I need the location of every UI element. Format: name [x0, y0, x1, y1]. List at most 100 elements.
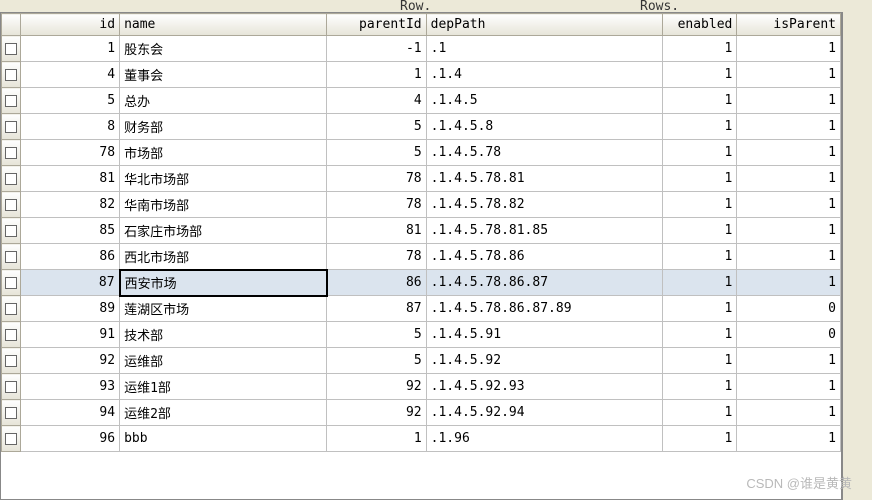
cell-name[interactable]: 董事会	[120, 62, 327, 88]
row-checkbox-cell[interactable]	[2, 166, 21, 192]
cell-isParent[interactable]: 1	[737, 400, 841, 426]
cell-id[interactable]: 94	[20, 400, 119, 426]
cell-isParent[interactable]: 1	[737, 218, 841, 244]
cell-name[interactable]: 运维部	[120, 348, 327, 374]
cell-name[interactable]: 运维1部	[120, 374, 327, 400]
cell-id[interactable]: 81	[20, 166, 119, 192]
header-isParent[interactable]: isParent	[737, 14, 841, 36]
cell-id[interactable]: 87	[20, 270, 119, 296]
row-checkbox-cell[interactable]	[2, 244, 21, 270]
cell-depPath[interactable]: .1.4.5.8	[426, 114, 662, 140]
cell-depPath[interactable]: .1.4	[426, 62, 662, 88]
header-id[interactable]: id	[20, 14, 119, 36]
cell-enabled[interactable]: 1	[662, 88, 737, 114]
row-checkbox-cell[interactable]	[2, 270, 21, 296]
cell-name[interactable]: 西安市场	[120, 270, 327, 296]
cell-isParent[interactable]: 1	[737, 140, 841, 166]
table-row[interactable]: 96bbb1.1.9611	[2, 426, 841, 452]
row-checkbox-cell[interactable]	[2, 400, 21, 426]
table-row[interactable]: 82华南市场部78.1.4.5.78.8211	[2, 192, 841, 218]
cell-id[interactable]: 5	[20, 88, 119, 114]
table-row[interactable]: 86西北市场部78.1.4.5.78.8611	[2, 244, 841, 270]
cell-parentId[interactable]: 1	[327, 426, 426, 452]
cell-depPath[interactable]: .1.4.5.78.82	[426, 192, 662, 218]
cell-parentId[interactable]: 78	[327, 192, 426, 218]
cell-parentId[interactable]: 92	[327, 374, 426, 400]
cell-depPath[interactable]: .1.4.5.78.81	[426, 166, 662, 192]
checkbox-icon[interactable]	[5, 381, 17, 393]
cell-parentId[interactable]: 5	[327, 322, 426, 348]
cell-parentId[interactable]: 86	[327, 270, 426, 296]
cell-enabled[interactable]: 1	[662, 270, 737, 296]
checkbox-icon[interactable]	[5, 355, 17, 367]
cell-isParent[interactable]: 0	[737, 296, 841, 322]
cell-id[interactable]: 1	[20, 36, 119, 62]
header-depPath[interactable]: depPath	[426, 14, 662, 36]
cell-parentId[interactable]: 87	[327, 296, 426, 322]
row-checkbox-cell[interactable]	[2, 62, 21, 88]
cell-isParent[interactable]: 1	[737, 348, 841, 374]
cell-enabled[interactable]: 1	[662, 36, 737, 62]
cell-enabled[interactable]: 1	[662, 400, 737, 426]
checkbox-icon[interactable]	[5, 329, 17, 341]
cell-enabled[interactable]: 1	[662, 296, 737, 322]
table-row[interactable]: 81华北市场部78.1.4.5.78.8111	[2, 166, 841, 192]
cell-depPath[interactable]: .1.4.5.92	[426, 348, 662, 374]
checkbox-icon[interactable]	[5, 303, 17, 315]
table-row[interactable]: 92运维部5.1.4.5.9211	[2, 348, 841, 374]
header-rowhandle[interactable]	[2, 14, 21, 36]
checkbox-icon[interactable]	[5, 121, 17, 133]
cell-enabled[interactable]: 1	[662, 426, 737, 452]
cell-name[interactable]: 运维2部	[120, 400, 327, 426]
table-row[interactable]: 4董事会1.1.411	[2, 62, 841, 88]
cell-name[interactable]: 财务部	[120, 114, 327, 140]
checkbox-icon[interactable]	[5, 277, 17, 289]
cell-enabled[interactable]: 1	[662, 192, 737, 218]
cell-depPath[interactable]: .1	[426, 36, 662, 62]
data-grid[interactable]: id name parentId depPath enabled isParen…	[0, 12, 842, 500]
table-row[interactable]: 78市场部5.1.4.5.7811	[2, 140, 841, 166]
cell-parentId[interactable]: 5	[327, 114, 426, 140]
header-parentId[interactable]: parentId	[327, 14, 426, 36]
cell-isParent[interactable]: 1	[737, 426, 841, 452]
cell-parentId[interactable]: 4	[327, 88, 426, 114]
cell-depPath[interactable]: .1.4.5.78.86.87	[426, 270, 662, 296]
table-row[interactable]: 91技术部5.1.4.5.9110	[2, 322, 841, 348]
cell-id[interactable]: 92	[20, 348, 119, 374]
cell-name[interactable]: 华北市场部	[120, 166, 327, 192]
cell-depPath[interactable]: .1.4.5.78.81.85	[426, 218, 662, 244]
cell-depPath[interactable]: .1.4.5.78	[426, 140, 662, 166]
cell-isParent[interactable]: 1	[737, 36, 841, 62]
checkbox-icon[interactable]	[5, 199, 17, 211]
checkbox-icon[interactable]	[5, 95, 17, 107]
table-row[interactable]: 1股东会-1.111	[2, 36, 841, 62]
cell-isParent[interactable]: 1	[737, 62, 841, 88]
cell-enabled[interactable]: 1	[662, 244, 737, 270]
cell-name[interactable]: bbb	[120, 426, 327, 452]
cell-isParent[interactable]: 1	[737, 88, 841, 114]
cell-depPath[interactable]: .1.4.5.78.86.87.89	[426, 296, 662, 322]
cell-name[interactable]: 股东会	[120, 36, 327, 62]
cell-depPath[interactable]: .1.4.5.78.86	[426, 244, 662, 270]
cell-isParent[interactable]: 1	[737, 374, 841, 400]
checkbox-icon[interactable]	[5, 173, 17, 185]
cell-id[interactable]: 93	[20, 374, 119, 400]
cell-id[interactable]: 85	[20, 218, 119, 244]
row-checkbox-cell[interactable]	[2, 374, 21, 400]
checkbox-icon[interactable]	[5, 251, 17, 263]
cell-id[interactable]: 89	[20, 296, 119, 322]
cell-depPath[interactable]: .1.4.5.91	[426, 322, 662, 348]
checkbox-icon[interactable]	[5, 147, 17, 159]
checkbox-icon[interactable]	[5, 69, 17, 81]
row-checkbox-cell[interactable]	[2, 192, 21, 218]
row-checkbox-cell[interactable]	[2, 140, 21, 166]
cell-id[interactable]: 78	[20, 140, 119, 166]
cell-isParent[interactable]: 1	[737, 166, 841, 192]
table-row[interactable]: 5总办4.1.4.511	[2, 88, 841, 114]
cell-parentId[interactable]: 5	[327, 140, 426, 166]
cell-parentId[interactable]: 81	[327, 218, 426, 244]
row-checkbox-cell[interactable]	[2, 296, 21, 322]
cell-enabled[interactable]: 1	[662, 166, 737, 192]
cell-isParent[interactable]: 1	[737, 244, 841, 270]
checkbox-icon[interactable]	[5, 225, 17, 237]
